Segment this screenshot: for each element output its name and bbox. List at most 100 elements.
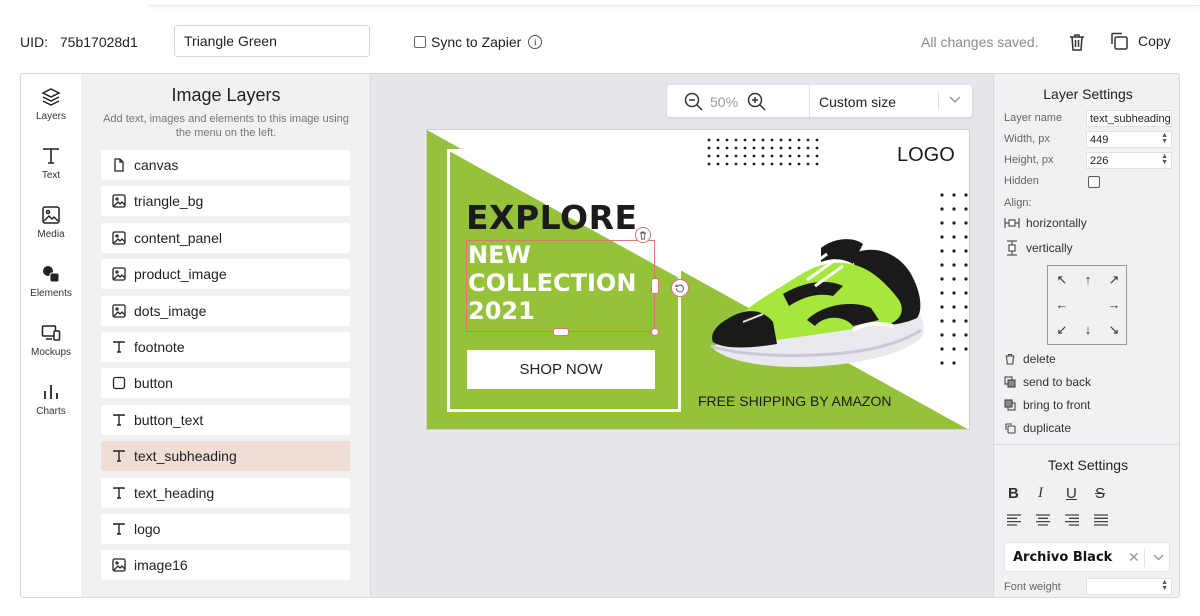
stepper-icon[interactable]: ▲ ▼ xyxy=(1161,579,1168,592)
align-right-text-icon[interactable] xyxy=(1064,514,1080,526)
hidden-checkbox[interactable] xyxy=(1088,176,1100,188)
layer-item-dots-image[interactable]: dots_image xyxy=(101,295,350,326)
align-right-icon[interactable]: → xyxy=(1106,297,1122,313)
layer-item-triangle-bg[interactable]: triangle_bg xyxy=(101,186,350,217)
artboard-footnote[interactable]: FREE SHIPPING BY AMAZON xyxy=(698,393,891,409)
underline-icon[interactable]: U xyxy=(1066,485,1077,502)
image-icon xyxy=(42,206,60,224)
layer-item-button[interactable]: button xyxy=(101,368,350,399)
rail-label: Charts xyxy=(36,406,66,417)
bring-to-front-icon xyxy=(1004,399,1016,411)
layer-item-product-image[interactable]: product_image xyxy=(101,259,350,290)
align-center-text-icon[interactable] xyxy=(1035,514,1051,526)
layer-item-footnote[interactable]: footnote xyxy=(101,331,350,362)
product-shoe-image[interactable] xyxy=(703,234,929,374)
sync-zapier-toggle[interactable]: Sync to Zapier i xyxy=(414,34,543,50)
italic-icon[interactable]: I xyxy=(1038,485,1043,502)
template-name-input[interactable] xyxy=(174,25,370,57)
image-icon xyxy=(112,558,126,572)
stepper-icon[interactable]: ▲ ▼ xyxy=(1161,132,1168,145)
justify-text-icon[interactable] xyxy=(1093,514,1109,526)
sync-checkbox[interactable] xyxy=(414,36,426,48)
rail-charts[interactable]: Charts xyxy=(21,382,81,417)
send-to-back-button[interactable]: send to back xyxy=(1004,375,1091,389)
zoom-toolbar: 50% Custom size xyxy=(667,85,972,117)
chevron-down-icon[interactable] xyxy=(1153,554,1164,561)
send-to-back-icon xyxy=(1004,376,1016,388)
width-field[interactable]: 449 ▲ ▼ xyxy=(1086,131,1172,148)
align-top-icon[interactable]: ↑ xyxy=(1080,272,1096,288)
text-icon xyxy=(113,341,125,353)
file-icon xyxy=(114,158,124,172)
rail-mockups[interactable]: Mockups xyxy=(21,323,81,358)
resize-handle-bottom[interactable] xyxy=(553,328,569,336)
text-settings-title: Text Settings xyxy=(1047,457,1129,473)
font-name: Archivo Black xyxy=(1013,550,1113,565)
delete-layer-button[interactable]: delete xyxy=(1004,352,1056,366)
copy-button[interactable]: Copy xyxy=(1109,31,1171,51)
info-icon[interactable]: i xyxy=(528,35,543,49)
font-select[interactable]: Archivo Black ✕ xyxy=(1004,542,1170,572)
align-bottom-right-icon[interactable]: ↘ xyxy=(1106,322,1122,338)
copy-icon xyxy=(1111,32,1128,50)
layer-name: canvas xyxy=(134,157,179,173)
text-icon xyxy=(113,414,125,426)
tool-rail: Layers Text Media Elements Mockups Chart… xyxy=(21,74,81,597)
clear-icon[interactable]: ✕ xyxy=(1128,549,1140,566)
rail-elements[interactable]: Elements xyxy=(21,264,81,299)
strikethrough-icon[interactable]: S xyxy=(1095,485,1105,502)
layer-delete-handle[interactable] xyxy=(635,227,651,243)
align-label: Align: xyxy=(1004,197,1032,209)
align-top-right-icon[interactable]: ↗ xyxy=(1106,272,1122,288)
sync-label: Sync to Zapier xyxy=(431,34,522,50)
font-weight-field[interactable]: ▲ ▼ xyxy=(1086,578,1172,595)
align-top-left-icon[interactable]: ↖ xyxy=(1054,272,1070,288)
divider xyxy=(809,85,810,117)
text-icon xyxy=(113,486,125,499)
align-horizontal-icon xyxy=(1004,218,1020,228)
rotate-handle[interactable] xyxy=(671,279,689,297)
layer-item-text-heading[interactable]: text_heading xyxy=(101,477,350,508)
rail-layers[interactable]: Layers xyxy=(21,87,81,122)
text-icon xyxy=(113,450,125,462)
layers-subtitle: Add text, images and elements to this im… xyxy=(103,113,349,139)
rail-media[interactable]: Media xyxy=(21,205,81,240)
chevron-down-icon[interactable] xyxy=(949,96,961,104)
layer-item-image16[interactable]: image16 xyxy=(101,550,350,581)
artboard-heading[interactable]: EXPLORE xyxy=(466,198,638,237)
zoom-out-icon[interactable] xyxy=(684,92,703,111)
bring-to-front-button[interactable]: bring to front xyxy=(1004,398,1090,412)
layer-item-logo[interactable]: logo xyxy=(101,513,350,544)
uid-value: 75b17028d1 xyxy=(59,34,138,50)
bold-icon[interactable]: B xyxy=(1008,485,1019,502)
layer-name-field[interactable]: text_subheading xyxy=(1086,110,1172,127)
resize-handle-right[interactable] xyxy=(651,278,659,294)
align-left-text-icon[interactable] xyxy=(1006,514,1022,526)
layer-item-canvas[interactable]: canvas xyxy=(101,150,350,180)
duplicate-button[interactable]: duplicate xyxy=(1004,421,1071,435)
artboard-logo[interactable]: LOGO xyxy=(897,144,955,167)
artboard[interactable]: EXPLORE NEW COLLECTION 2021 SHOP NOW LOG… xyxy=(426,129,970,430)
align-bottom-left-icon[interactable]: ↙ xyxy=(1054,322,1070,338)
canvas-size-select[interactable]: Custom size xyxy=(819,94,896,110)
height-field[interactable]: 226 ▲ ▼ xyxy=(1086,152,1172,169)
align-vertically-button[interactable]: vertically xyxy=(1004,240,1073,256)
text-icon xyxy=(43,148,59,164)
height-label: Height, px xyxy=(1004,154,1054,166)
zoom-in-icon[interactable] xyxy=(747,92,766,111)
stepper-icon[interactable]: ▲ ▼ xyxy=(1161,153,1168,166)
image-icon xyxy=(112,303,126,318)
layer-item-text-subheading[interactable]: text_subheading xyxy=(101,441,350,472)
artboard-shop-button[interactable]: SHOP NOW xyxy=(467,350,655,389)
layer-list: canvas triangle_bg content_panel product… xyxy=(101,150,350,587)
delete-template-button[interactable] xyxy=(1067,32,1087,52)
rail-text[interactable]: Text xyxy=(21,146,81,181)
resize-handle-corner[interactable] xyxy=(651,328,659,336)
layer-item-button-text[interactable]: button_text xyxy=(101,404,350,435)
align-horizontally-button[interactable]: horizontally xyxy=(1004,216,1087,230)
square-icon xyxy=(112,377,126,390)
layer-item-content-panel[interactable]: content_panel xyxy=(101,222,350,253)
align-bottom-icon[interactable]: ↓ xyxy=(1080,322,1096,338)
layer-name: button xyxy=(134,375,173,392)
align-left-icon[interactable]: ← xyxy=(1054,297,1070,313)
